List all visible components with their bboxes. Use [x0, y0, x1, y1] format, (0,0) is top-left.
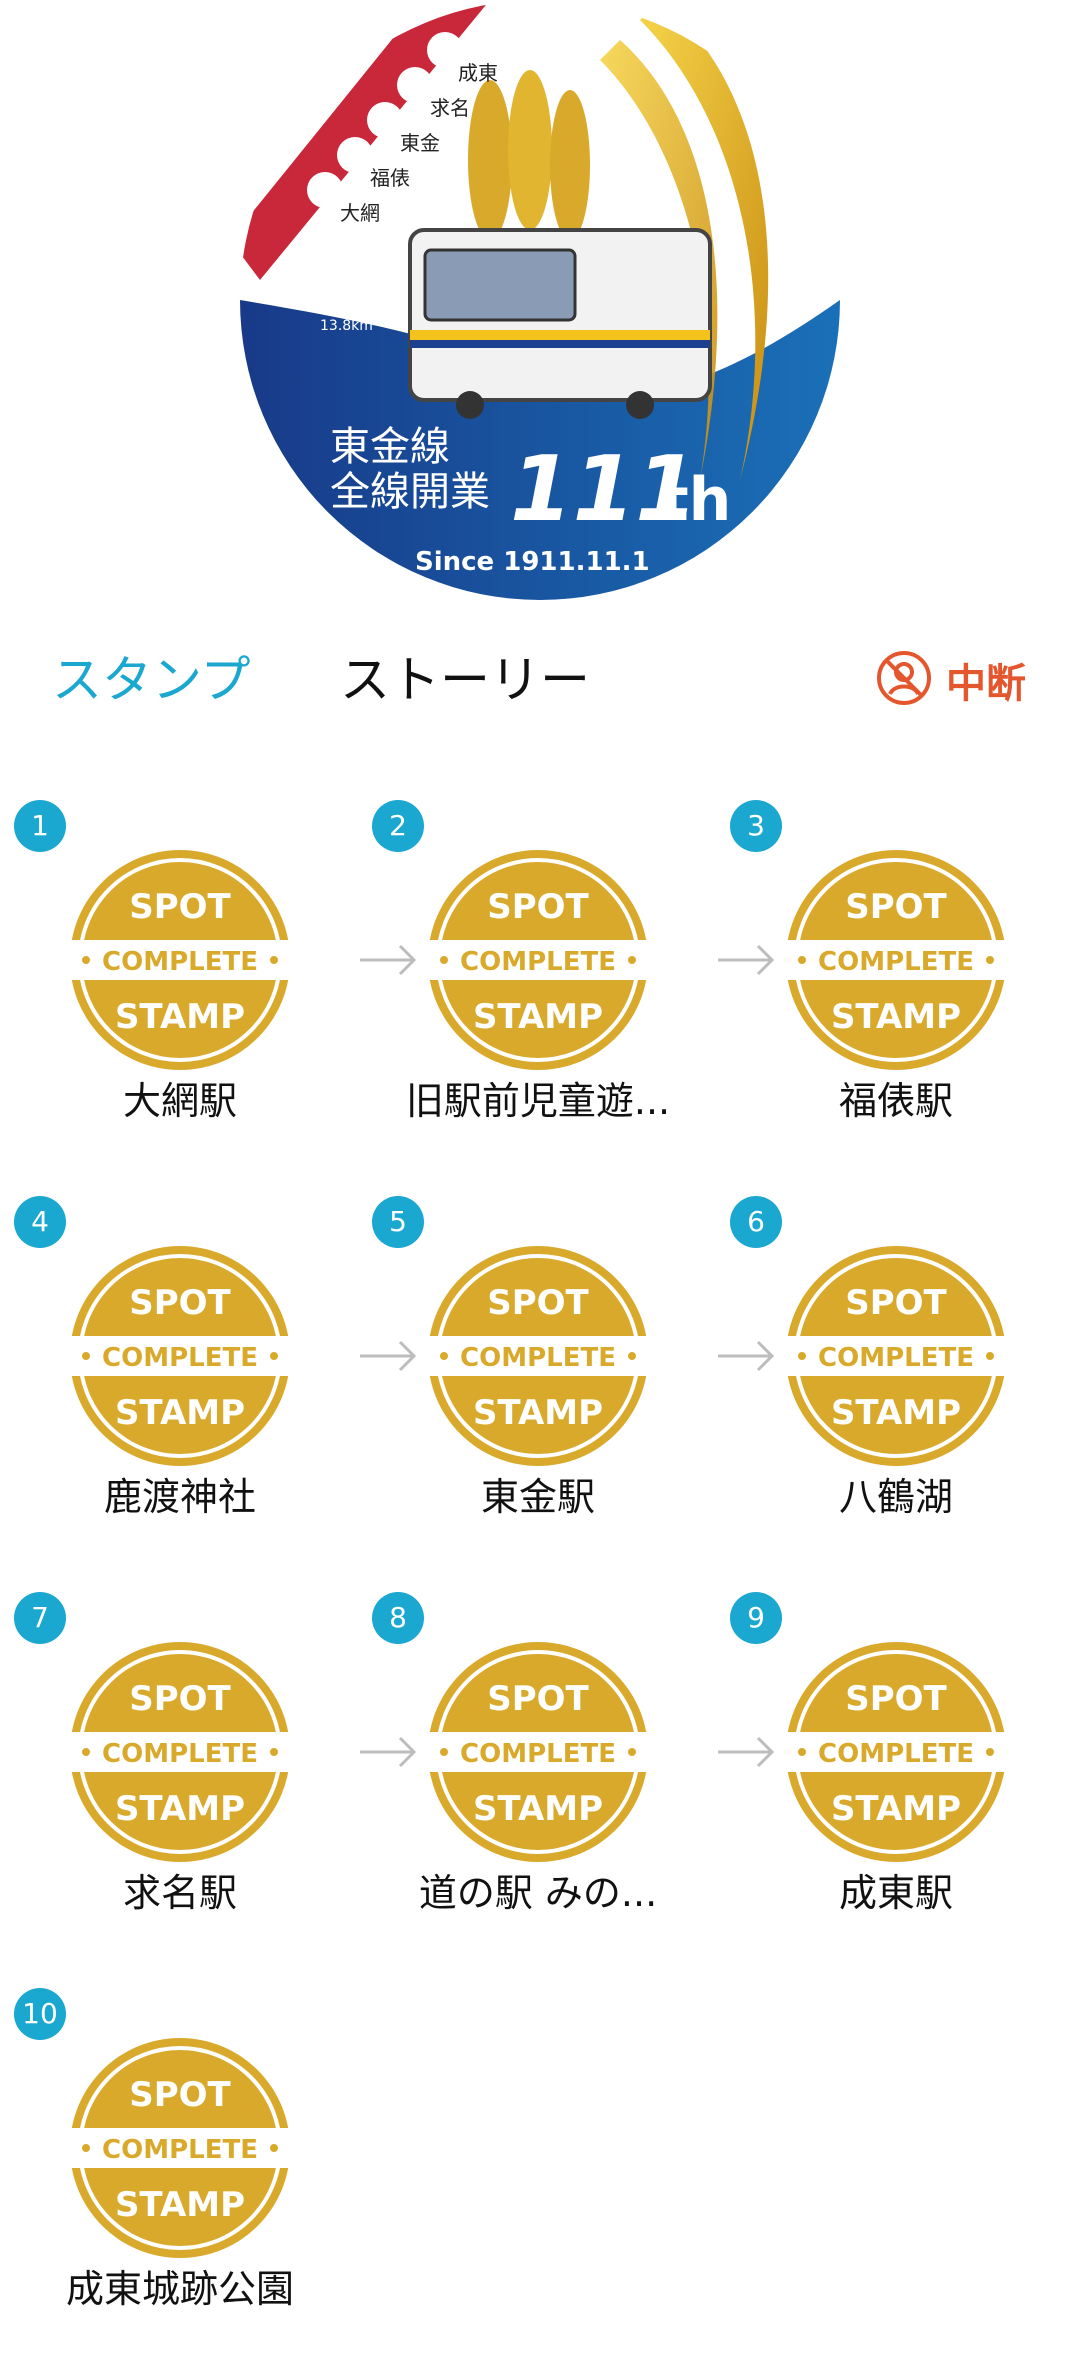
complete-stamp-icon[interactable]: SPOT COMPLETE STAMP: [426, 848, 650, 1072]
spot-name: 成東城跡公園: [65, 2267, 294, 2311]
spot-item[interactable]: 5 SPOT COMPLETE STAMP 東金駅: [358, 1186, 718, 1582]
complete-stamp-icon[interactable]: SPOT COMPLETE STAMP: [784, 848, 1008, 1072]
emblem-since: Since 1911.11.1: [415, 547, 650, 577]
spot-item[interactable]: 1 SPOT COMPLETE STAMP 大網駅: [0, 790, 360, 1186]
complete-stamp-icon[interactable]: SPOT COMPLETE STAMP: [784, 1244, 1008, 1468]
stamp-middle-text: COMPLETE: [460, 947, 616, 977]
stamp-row: 4 SPOT COMPLETE STAMP 鹿渡神社 5 SPOT COMPLETE STAMP…: [0, 1186, 1075, 1582]
spot-item[interactable]: 9 SPOT COMPLETE STAMP 成東駅: [716, 1582, 1075, 1978]
spot-number-badge: 2: [372, 800, 424, 852]
spot-name: 道の駅 みの...: [418, 1871, 658, 1915]
tab-bar: スタンプ ストーリー 中断: [0, 640, 1075, 730]
emblem-station: 大網: [340, 201, 380, 225]
spot-number-badge: 7: [14, 1592, 66, 1644]
stamp-bottom-text: STAMP: [473, 1393, 603, 1433]
emblem-station: 東金: [400, 131, 440, 155]
pause-label: 中断: [946, 661, 1026, 707]
spot-item[interactable]: 8 SPOT COMPLETE STAMP 道の駅 みの...: [358, 1582, 718, 1978]
spot-item[interactable]: 2 SPOT COMPLETE STAMP 旧駅前児童遊...: [358, 790, 718, 1186]
emblem-station: 求名: [430, 96, 470, 120]
pause-icon: [876, 650, 932, 710]
stamp-middle-text: COMPLETE: [460, 1343, 616, 1373]
stamp-bottom-text: STAMP: [831, 1789, 961, 1829]
stamp-middle-text: COMPLETE: [102, 2135, 258, 2165]
spot-number-badge: 6: [730, 1196, 782, 1248]
spot-name: 八鶴湖: [838, 1475, 953, 1519]
spot-number-badge: 8: [372, 1592, 424, 1644]
complete-stamp-icon[interactable]: SPOT COMPLETE STAMP: [426, 1244, 650, 1468]
spot-item[interactable]: 10 SPOT COMPLETE STAMP 成東城跡公園: [0, 1978, 360, 2374]
stamp-row: 7 SPOT COMPLETE STAMP 求名駅 8 SPOT COMPLETE STAMP 道…: [0, 1582, 1075, 1978]
stamp-middle-text: COMPLETE: [102, 1739, 258, 1769]
stamp-bottom-text: STAMP: [831, 997, 961, 1037]
spot-number-badge: 3: [730, 800, 782, 852]
complete-stamp-icon[interactable]: SPOT COMPLETE STAMP: [68, 2036, 292, 2260]
emblem-distance: 13.8km: [320, 318, 373, 334]
stamp-bottom-text: STAMP: [473, 1789, 603, 1829]
spot-item[interactable]: 4 SPOT COMPLETE STAMP 鹿渡神社: [0, 1186, 360, 1582]
emblem-anniversary-suffix: th: [660, 465, 731, 535]
complete-stamp-icon[interactable]: SPOT COMPLETE STAMP: [68, 1244, 292, 1468]
stamp-middle-text: COMPLETE: [460, 1739, 616, 1769]
stamp-middle-text: COMPLETE: [102, 1343, 258, 1373]
spot-number-badge: 10: [14, 1988, 66, 2040]
stamp-middle-text: COMPLETE: [102, 947, 258, 977]
spot-item[interactable]: 6 SPOT COMPLETE STAMP 八鶴湖: [716, 1186, 1075, 1582]
stamp-bottom-text: STAMP: [115, 1789, 245, 1829]
spot-number-badge: 4: [14, 1196, 66, 1248]
complete-stamp-icon[interactable]: SPOT COMPLETE STAMP: [784, 1640, 1008, 1864]
complete-stamp-icon[interactable]: SPOT COMPLETE STAMP: [68, 848, 292, 1072]
stamp-top-text: SPOT: [845, 1283, 947, 1323]
emblem-station: 福俵: [370, 166, 410, 190]
emblem-title-line2: 全線開業: [330, 469, 490, 515]
complete-stamp-icon[interactable]: SPOT COMPLETE STAMP: [68, 1640, 292, 1864]
spot-number-badge: 1: [14, 800, 66, 852]
stamp-top-text: SPOT: [487, 1679, 589, 1719]
stamp-top-text: SPOT: [845, 887, 947, 927]
tab-stamp[interactable]: スタンプ: [52, 650, 251, 710]
emblem-station: 成東: [458, 61, 498, 85]
stamp-bottom-text: STAMP: [473, 997, 603, 1037]
stamp-row: 1 SPOT COMPLETE STAMP 大網駅 2 SPOT COMPLETE STAMP 旧…: [0, 790, 1075, 1186]
stamp-top-text: SPOT: [129, 1283, 231, 1323]
stamp-bottom-text: STAMP: [115, 997, 245, 1037]
stamp-row: 10 SPOT COMPLETE STAMP 成東城跡公園: [0, 1978, 1075, 2374]
stamp-top-text: SPOT: [487, 887, 589, 927]
spot-name: 成東駅: [838, 1871, 953, 1915]
stamp-bottom-text: STAMP: [115, 1393, 245, 1433]
spot-item[interactable]: 3 SPOT COMPLETE STAMP 福俵駅: [716, 790, 1075, 1186]
spot-name: 福俵駅: [838, 1079, 953, 1123]
emblem-title-line1: 東金線: [330, 424, 450, 470]
stamp-top-text: SPOT: [845, 1679, 947, 1719]
stamp-bottom-text: STAMP: [115, 2185, 245, 2225]
stamp-top-text: SPOT: [129, 2075, 231, 2115]
spot-number-badge: 9: [730, 1592, 782, 1644]
spot-item[interactable]: 7 SPOT COMPLETE STAMP 求名駅: [0, 1582, 360, 1978]
stamp-bottom-text: STAMP: [831, 1393, 961, 1433]
spot-name: 東金駅: [480, 1475, 595, 1519]
stamp-top-text: SPOT: [129, 1679, 231, 1719]
spot-name: 求名駅: [122, 1871, 237, 1915]
stamp-middle-text: COMPLETE: [818, 947, 974, 977]
stamp-top-text: SPOT: [129, 887, 231, 927]
stamp-middle-text: COMPLETE: [818, 1739, 974, 1769]
header-emblem: 成東 求名 東金 福俵 大網 Oami - Naruto 13.8km 東金線 …: [240, 0, 840, 600]
complete-stamp-icon[interactable]: SPOT COMPLETE STAMP: [426, 1640, 650, 1864]
spot-name: 鹿渡神社: [103, 1475, 256, 1519]
stamp-grid: 1 SPOT COMPLETE STAMP 大網駅 2 SPOT COMPLETE STAMP 旧…: [0, 790, 1075, 2374]
spot-number-badge: 5: [372, 1196, 424, 1248]
spot-name: 大網駅: [122, 1079, 237, 1123]
stamp-middle-text: COMPLETE: [818, 1343, 974, 1373]
pause-button[interactable]: 中断: [876, 648, 1026, 712]
spot-name: 旧駅前児童遊...: [405, 1079, 671, 1123]
stamp-top-text: SPOT: [487, 1283, 589, 1323]
tab-story[interactable]: ストーリー: [340, 650, 590, 710]
